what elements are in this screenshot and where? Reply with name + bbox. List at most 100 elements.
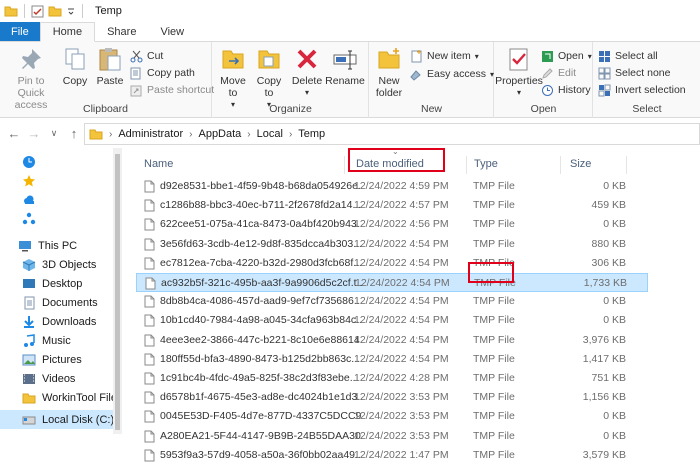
copy-to-button[interactable]: Copy to ▾ xyxy=(253,46,285,111)
nav-item-music[interactable]: Music xyxy=(0,331,122,350)
select-all-button[interactable]: Select all xyxy=(598,48,658,64)
column-divider[interactable] xyxy=(560,156,561,174)
column-header-type[interactable]: Type xyxy=(474,152,498,176)
customize-dropdown-icon[interactable] xyxy=(66,5,76,17)
tab-view[interactable]: View xyxy=(148,22,196,41)
column-divider[interactable] xyxy=(466,156,467,174)
rename-button[interactable]: Rename xyxy=(325,46,365,87)
file-name: 10b1cd40-7984-4a98-a045-34cfa963b84c... xyxy=(160,314,362,327)
nav-scrollbar-thumb[interactable] xyxy=(115,154,120,430)
file-row[interactable]: 8db8b4ca-4086-457d-aad9-9ef7cf735686... 1… xyxy=(136,292,648,311)
copy-button[interactable]: Copy xyxy=(60,46,90,87)
nav-item-videos[interactable]: Videos xyxy=(0,369,122,388)
copy-icon xyxy=(65,48,85,70)
edit-icon xyxy=(542,67,553,79)
breadcrumb-separator-icon[interactable]: › xyxy=(247,129,250,140)
nav-item-clock[interactable] xyxy=(0,152,122,171)
nav-item-cloud[interactable] xyxy=(0,190,122,209)
properties-check-icon[interactable] xyxy=(31,5,44,18)
new-folder-icon[interactable] xyxy=(48,5,62,17)
nav-item-documents[interactable]: Documents xyxy=(0,293,122,312)
file-row[interactable]: 0045E53D-F405-4d7e-877D-4337C5DCC9... 12/… xyxy=(136,407,648,426)
ribbon: Pin to Quick access Copy Paste Cut Copy … xyxy=(0,42,700,118)
file-row[interactable]: 5953f9a3-57d9-4058-a50a-36f0bb02aa49... 1… xyxy=(136,446,648,465)
file-name: 0045E53D-F405-4d7e-877D-4337C5DCC9... xyxy=(160,410,362,423)
breadcrumb-appdata[interactable]: AppData xyxy=(198,128,241,140)
open-label: Open xyxy=(558,50,584,62)
window-title: Temp xyxy=(95,5,122,17)
breadcrumb-local[interactable]: Local xyxy=(257,128,283,140)
easy-access-icon xyxy=(410,69,421,81)
up-arrow-icon[interactable]: ↑ xyxy=(64,126,84,141)
paste-shortcut-button[interactable]: Paste shortcut xyxy=(130,82,214,98)
paste-button[interactable]: Paste xyxy=(94,46,126,87)
nav-item-3d-objects[interactable]: 3D Objects xyxy=(0,255,122,274)
edit-button[interactable]: Edit xyxy=(541,65,576,81)
pin-to-quick-access-button[interactable]: Pin to Quick access xyxy=(2,46,60,111)
breadcrumb-temp[interactable]: Temp xyxy=(298,128,325,140)
nav-item-this-pc[interactable]: This PC xyxy=(0,236,122,255)
clipboard-group-label: Clipboard xyxy=(83,103,128,115)
history-label: History xyxy=(558,84,591,96)
folder-icon xyxy=(22,393,36,403)
nav-item-network[interactable] xyxy=(0,209,122,228)
tab-file[interactable]: File xyxy=(0,22,40,41)
invert-selection-button[interactable]: Invert selection xyxy=(598,82,686,98)
chevron-down-icon: ▾ xyxy=(304,88,309,97)
chevron-down-icon: ▾ xyxy=(474,51,479,61)
breadcrumb-administrator[interactable]: Administrator xyxy=(118,128,183,140)
file-row[interactable]: 1c91bc4b-4fdc-49a5-825f-38c2d3f83ebe... 1… xyxy=(136,369,648,388)
file-row[interactable]: ac932b5f-321c-495b-aa3f-9a9906d5c2cf.t..… xyxy=(136,273,648,292)
move-to-button[interactable]: Move to ▾ xyxy=(217,46,249,111)
new-item-button[interactable]: New item ▾ xyxy=(410,48,479,64)
tab-home[interactable]: Home xyxy=(39,22,96,42)
separator xyxy=(82,4,83,18)
delete-button[interactable]: Delete ▾ xyxy=(291,46,323,99)
chevron-down-icon: ▾ xyxy=(516,88,521,97)
file-row[interactable]: 180ff55d-bfa3-4890-8473-b125d2bb863c... 1… xyxy=(136,350,648,369)
select-none-button[interactable]: Select none xyxy=(598,65,670,81)
recent-locations-chevron-icon[interactable]: ∨ xyxy=(44,128,64,139)
nav-item-downloads[interactable]: Downloads xyxy=(0,312,122,331)
breadcrumb-separator-icon[interactable]: › xyxy=(289,129,292,140)
file-size: 1,733 KB xyxy=(583,277,627,289)
nav-item-desktop[interactable]: Desktop xyxy=(0,274,122,293)
nav-label: 3D Objects xyxy=(42,258,97,271)
file-row[interactable]: 3e56fd63-3cdb-4e12-9d8f-835dcca4b303... 1… xyxy=(136,235,648,254)
forward-arrow-icon[interactable]: → xyxy=(24,126,44,141)
file-row[interactable]: 10b1cd40-7984-4a98-a045-34cfa963b84c... 1… xyxy=(136,311,648,330)
nav-item-local-disk[interactable]: Local Disk (C:) xyxy=(0,410,122,429)
file-size: 0 KB xyxy=(603,314,626,327)
column-divider[interactable] xyxy=(344,156,345,174)
file-row[interactable]: d6578b1f-4675-45e3-ad8e-dc4024b1e1d3... 1… xyxy=(136,388,648,407)
file-date: 12/24/2022 4:54 PM xyxy=(354,314,449,327)
file-row[interactable]: ec7812ea-7cba-4220-b32d-2980d3fcb68f... 1… xyxy=(136,254,648,273)
address-bar[interactable]: › Administrator › AppData › Local › Temp xyxy=(84,123,700,145)
nav-item-star[interactable] xyxy=(0,171,122,190)
breadcrumb-separator-icon[interactable]: › xyxy=(189,129,192,140)
file-size: 751 KB xyxy=(591,372,626,384)
column-header-size[interactable]: Size xyxy=(570,152,591,176)
file-size: 0 KB xyxy=(603,180,626,192)
file-name: 1c91bc4b-4fdc-49a5-825f-38c2d3f83ebe... xyxy=(160,372,359,384)
file-date: 12/24/2022 3:53 PM xyxy=(354,391,449,404)
properties-button[interactable]: Properties ▾ xyxy=(495,46,543,99)
file-row[interactable]: 622cee51-075a-41ca-8473-0a4bf420b943... 1… xyxy=(136,215,648,234)
file-row[interactable]: A280EA21-5F44-4147-9B9B-24B55DAA30... 12/… xyxy=(136,427,648,446)
easy-access-button[interactable]: Easy access ▾ xyxy=(410,66,494,82)
cut-button[interactable]: Cut xyxy=(130,48,163,64)
file-row[interactable]: c1286b88-bbc3-40ec-b711-2f2678fd2a14... 1… xyxy=(136,196,648,215)
tab-share[interactable]: Share xyxy=(95,22,148,41)
properties-icon xyxy=(509,48,528,71)
column-divider[interactable] xyxy=(626,156,627,174)
file-row[interactable]: d92e8531-bbe1-4f59-9b48-b68da054926e... 1… xyxy=(136,177,648,196)
nav-item-pictures[interactable]: Pictures xyxy=(0,350,122,369)
copy-path-button[interactable]: Copy path xyxy=(130,65,195,81)
column-header-name[interactable]: Name xyxy=(144,152,173,176)
new-folder-button[interactable]: New folder xyxy=(372,46,406,99)
nav-item-workintool-file[interactable]: WorkinTool File xyxy=(0,388,122,407)
history-button[interactable]: History xyxy=(541,82,591,98)
open-button[interactable]: Open ▾ xyxy=(541,48,592,64)
back-arrow-icon[interactable]: ← xyxy=(4,126,24,141)
file-row[interactable]: 4eee3ee2-3866-447c-b221-8c10e6e88614... 1… xyxy=(136,331,648,350)
